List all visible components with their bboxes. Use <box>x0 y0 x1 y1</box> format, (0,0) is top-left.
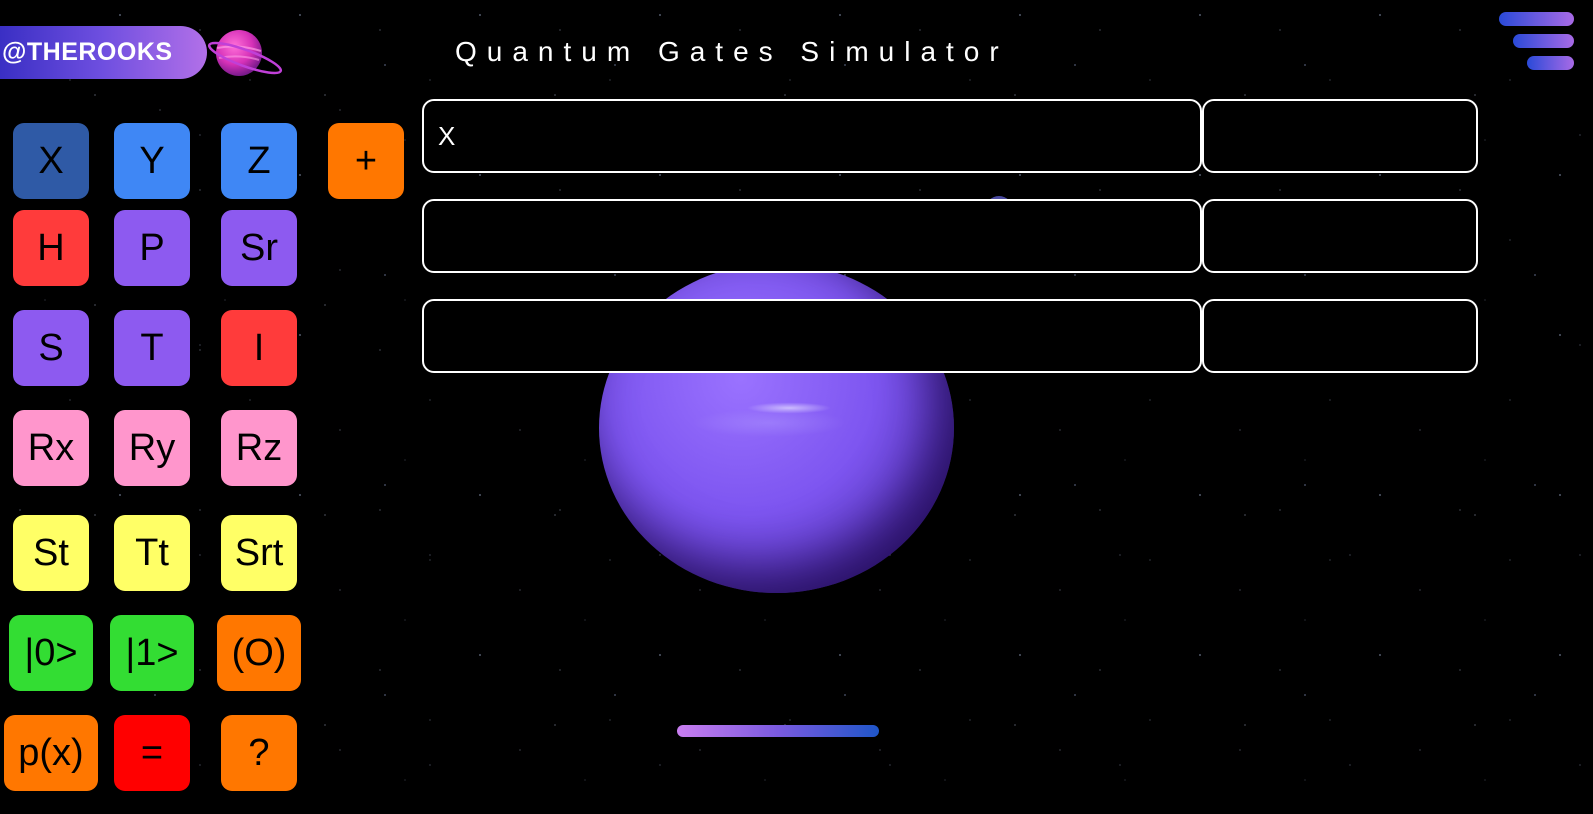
add-row-button[interactable]: + <box>328 123 404 199</box>
circuit-row-3-input[interactable] <box>422 299 1202 373</box>
hamburger-menu-icon[interactable] <box>1496 12 1574 74</box>
gate-h-button[interactable]: H <box>13 210 89 286</box>
circuit-row-2-input[interactable] <box>422 199 1202 273</box>
gate-t-button[interactable]: T <box>114 310 190 386</box>
help-button[interactable]: ? <box>221 715 297 791</box>
gate-z-button[interactable]: Z <box>221 123 297 199</box>
menu-line <box>1527 56 1574 70</box>
gate-y-button[interactable]: Y <box>114 123 190 199</box>
planet-icon <box>207 30 283 76</box>
circuit-row-2-result <box>1202 199 1478 273</box>
gate-sr-button[interactable]: Sr <box>221 210 297 286</box>
brand-badge[interactable]: @THEROOKS <box>0 26 207 79</box>
gate-srt-button[interactable]: Srt <box>221 515 297 591</box>
probability-button[interactable]: p(x) <box>4 715 98 791</box>
gate-tt-button[interactable]: Tt <box>114 515 190 591</box>
state-one-button[interactable]: |1> <box>110 615 194 691</box>
state-zero-button[interactable]: |0> <box>9 615 93 691</box>
gate-x-button[interactable]: X <box>13 123 89 199</box>
progress-bar <box>677 725 879 737</box>
measure-button[interactable]: (O) <box>217 615 301 691</box>
gate-p-button[interactable]: P <box>114 210 190 286</box>
menu-line <box>1499 12 1574 26</box>
equals-button[interactable]: = <box>114 715 190 791</box>
gate-i-button[interactable]: I <box>221 310 297 386</box>
gate-ry-button[interactable]: Ry <box>114 410 190 486</box>
circuit-row-1-input[interactable]: X <box>422 99 1202 173</box>
gate-rz-button[interactable]: Rz <box>221 410 297 486</box>
circuit-row-3-result <box>1202 299 1478 373</box>
gate-st-button[interactable]: St <box>13 515 89 591</box>
gate-s-button[interactable]: S <box>13 310 89 386</box>
circuit-row-1-result <box>1202 99 1478 173</box>
page-title: Quantum Gates Simulator <box>455 36 1009 67</box>
gate-rx-button[interactable]: Rx <box>13 410 89 486</box>
menu-line <box>1513 34 1574 48</box>
